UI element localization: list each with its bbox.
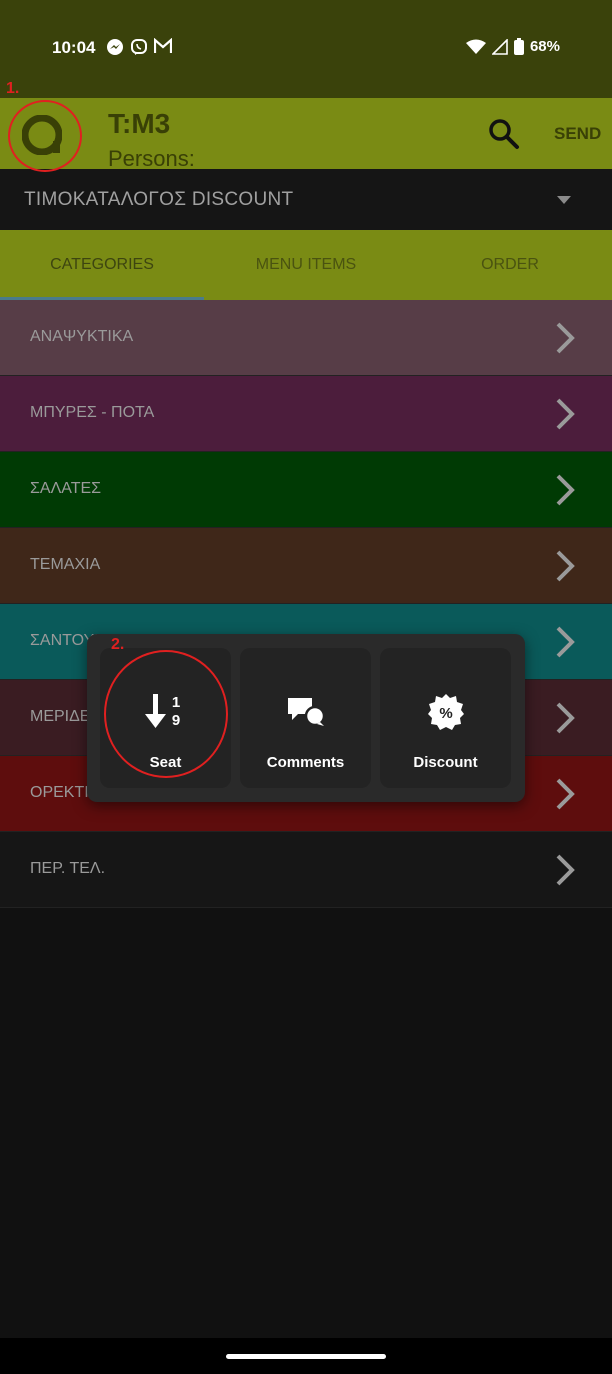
tab-menu-items[interactable]: MENU ITEMS [204,230,408,300]
gmail-icon [154,38,172,53]
tab-categories[interactable]: CATEGORIES [0,230,204,300]
annotation-number-2: 2. [111,636,125,653]
chevron-right-icon [556,550,575,582]
tab-bar: CATEGORIES MENU ITEMS ORDER [0,230,612,300]
dropdown-arrow-icon [557,196,571,204]
category-label: ΜΠΥΡΕΣ - ΠΟΤΑ [30,404,155,421]
chevron-right-icon [556,398,575,430]
category-row[interactable]: ΤΕΜΑΧΙΑ [0,528,612,604]
svg-text:%: % [439,705,452,722]
system-icons: 68% [465,38,560,55]
tab-order[interactable]: ORDER [408,230,612,300]
chevron-right-icon [556,322,575,354]
annotation-circle-2 [104,650,228,778]
discount-badge-icon: % [427,694,464,730]
status-bar: 10:04 68% [0,0,612,98]
chevron-right-icon [556,702,575,734]
table-title: T:M3 [108,108,171,139]
home-gesture-handle[interactable] [226,1354,386,1359]
category-row[interactable]: ΑΝΑΨΥΚΤΙΚΑ [0,300,612,376]
app-bar: T:M3 Persons: SEND [0,98,612,169]
navigation-bar [0,1338,612,1374]
battery-icon [513,38,524,55]
discount-button[interactable]: % Discount [380,648,511,788]
comments-button[interactable]: Comments [240,648,371,788]
category-list: ΑΝΑΨΥΚΤΙΚΑ ΜΠΥΡΕΣ - ΠΟΤΑ ΣΑΛΑΤΕΣ ΤΕΜΑΧΙΑ… [0,300,612,908]
category-row[interactable]: ΣΑΛΑΤΕΣ [0,452,612,528]
battery-percent: 68% [529,38,560,55]
category-label: ΤΕΜΑΧΙΑ [30,556,101,573]
discount-label: Discount [413,754,478,771]
category-row[interactable]: ΜΠΥΡΕΣ - ΠΟΤΑ [0,376,612,452]
chevron-right-icon [556,778,575,810]
chevron-right-icon [556,474,575,506]
notification-icons [106,38,172,56]
status-time: 10:04 [52,38,96,57]
chevron-right-icon [556,626,575,658]
messenger-icon [107,39,123,55]
category-row[interactable]: ΠΕΡ. ΤΕΛ. [0,832,612,908]
persons-label: Persons: [108,146,195,169]
signal-icon [491,38,508,55]
category-label: ΠΕΡ. ΤΕΛ. [30,860,106,877]
price-list-dropdown[interactable]: ΤΙΜΟΚΑΤΑΛΟΓΟΣ DISCOUNT [0,169,612,231]
category-label: ΑΝΑΨΥΚΤΙΚΑ [30,328,134,345]
category-label: ΣΑΛΑΤΕΣ [30,480,102,497]
chevron-right-icon [556,854,575,886]
search-icon[interactable] [486,116,522,152]
comments-label: Comments [266,754,345,771]
wifi-icon [465,39,486,54]
viber-icon [131,39,147,55]
comments-icon [287,698,325,727]
annotation-circle-1 [8,100,82,172]
send-button[interactable]: SEND [554,124,601,144]
price-list-selected: ΤΙΜΟΚΑΤΑΛΟΓΟΣ DISCOUNT [24,189,294,210]
annotation-number-1: 1. [6,80,20,97]
